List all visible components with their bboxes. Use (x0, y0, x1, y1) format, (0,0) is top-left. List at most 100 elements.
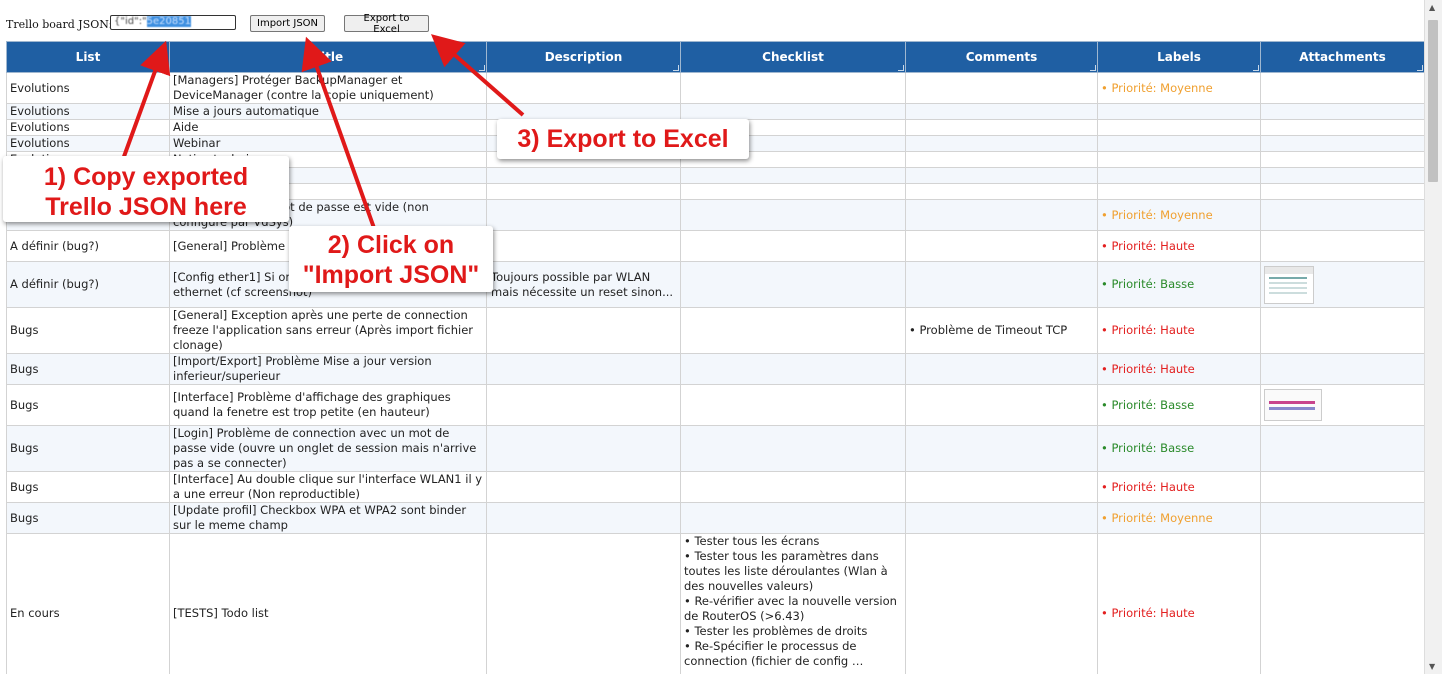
priority-label-text: Priorité: Basse (1111, 441, 1195, 455)
vertical-scrollbar[interactable]: ▲ ▼ (1424, 0, 1442, 674)
json-value-prefix: {"id":" (114, 16, 147, 27)
cell-list: A définir (bug?) (6, 261, 170, 308)
cell-labels: • Priorité: Haute (1097, 230, 1261, 262)
priority-label-text: Priorité: Moyenne (1111, 510, 1213, 525)
cell-checklist (680, 502, 906, 534)
priority-label-text: Priorité: Haute (1111, 238, 1195, 253)
cell-labels (1097, 103, 1261, 120)
cell-checklist (680, 103, 906, 120)
cell-labels (1097, 119, 1261, 136)
cell-description: Toujours possible par WLAN mais nécessit… (486, 261, 681, 308)
export-excel-button[interactable]: Export to Excel (344, 13, 429, 35)
priority-label-text: Priorité: Haute (1111, 479, 1195, 494)
comment-text: Problème de Timeout TCP (919, 323, 1068, 337)
cell-labels (1097, 135, 1261, 152)
cell-checklist (680, 72, 906, 104)
import-json-button[interactable]: Import JSON (250, 15, 325, 32)
cell-list: A définir (bug?) (6, 230, 170, 262)
col-header-labels[interactable]: Labels (1097, 41, 1261, 73)
table-row: Bugs [Interface] Au double clique sur l'i… (6, 471, 1424, 503)
cell-comments (905, 230, 1098, 262)
cell-description (486, 353, 681, 385)
col-header-attachments[interactable]: Attachments (1260, 41, 1424, 73)
col-header-checklist[interactable]: Checklist (680, 41, 906, 73)
callout-step-1: 1) Copy exported Trello JSON here (3, 156, 289, 222)
cell-comments (905, 261, 1098, 308)
cell-attachments (1260, 199, 1424, 231)
trello-json-input[interactable]: {"id":"5e20851 (110, 15, 236, 30)
cell-attachments (1260, 103, 1424, 120)
priority-label: • Priorité: Basse (1101, 397, 1195, 412)
cell-labels: • Priorité: Moyenne (1097, 72, 1261, 104)
scroll-down-arrow-icon[interactable]: ▼ (1429, 662, 1435, 671)
checklist-item: Re-vérifier avec la nouvelle version de … (684, 594, 902, 624)
scroll-up-arrow-icon[interactable]: ▲ (1429, 3, 1435, 12)
priority-label-text: Priorité: Haute (1111, 606, 1195, 620)
cell-description (486, 230, 681, 262)
cell-list: Bugs (6, 471, 170, 503)
cell-list: En cours (6, 533, 170, 674)
priority-label-text: Priorité: Moyenne (1111, 80, 1213, 95)
cell-title: Webinar (169, 135, 487, 152)
cell-list: Evolutions (6, 72, 170, 104)
cell-labels: • Priorité: Moyenne (1097, 199, 1261, 231)
priority-label-text: Priorité: Haute (1111, 361, 1195, 376)
cell-list: Bugs (6, 502, 170, 534)
json-value-selected: 5e20851 (146, 16, 191, 27)
cell-labels: • Priorité: Basse (1097, 384, 1261, 426)
priority-label-text: Priorité: Basse (1111, 397, 1195, 412)
priority-label: • Priorité: Haute (1101, 479, 1195, 494)
cell-description (486, 183, 681, 200)
cell-description (486, 103, 681, 120)
cell-description (486, 307, 681, 354)
cell-attachments (1260, 425, 1424, 472)
cell-list: Bugs (6, 307, 170, 354)
col-header-comments[interactable]: Comments (905, 41, 1098, 73)
cell-labels: • Priorité: Basse (1097, 261, 1261, 308)
col-header-description[interactable]: Description (486, 41, 681, 73)
cell-attachments (1260, 384, 1424, 426)
cell-checklist (680, 307, 906, 354)
cell-list: Bugs (6, 425, 170, 472)
cell-labels: • Priorité: Basse (1097, 425, 1261, 472)
cell-comments (905, 502, 1098, 534)
cell-checklist: Tester tous les écransTester tous les pa… (680, 533, 906, 674)
table-row: Bugs [Update profil] Checkbox WPA et WPA2… (6, 502, 1424, 534)
cell-labels (1097, 183, 1261, 200)
priority-label: • Priorité: Haute (1101, 361, 1195, 376)
cell-comments (905, 151, 1098, 168)
cell-comments (905, 119, 1098, 136)
cell-attachments (1260, 72, 1424, 104)
comment-item: • Problème de Timeout TCP (909, 323, 1068, 337)
col-header-list[interactable]: List (6, 41, 170, 73)
priority-label: • Priorité: Basse (1101, 441, 1195, 455)
cell-labels: • Priorité: Haute (1097, 353, 1261, 385)
cell-title: Aide (169, 119, 487, 136)
json-input-label: Trello board JSON: (6, 14, 112, 34)
attachment-thumbnail[interactable] (1264, 265, 1314, 304)
cell-comments (905, 384, 1098, 426)
cell-comments (905, 353, 1098, 385)
scrollbar-thumb[interactable] (1428, 20, 1438, 182)
cell-checklist (680, 471, 906, 503)
cell-checklist (680, 230, 906, 262)
cell-checklist (680, 167, 906, 184)
cell-title: [General] Exception après une perte de c… (169, 307, 487, 354)
cell-comments (905, 471, 1098, 503)
checklist-item: Tester les problèmes de droits (684, 624, 902, 639)
cell-attachments (1260, 119, 1424, 136)
table-row: Evolutions Mise a jours automatique (6, 103, 1424, 120)
cell-list: Bugs (6, 353, 170, 385)
checklist-item: Tester tous les écrans (684, 535, 902, 550)
table-row: En cours[TESTS] Todo list Tester tous les… (6, 533, 1424, 674)
priority-label-text: Priorité: Haute (1111, 323, 1195, 337)
cell-comments (905, 199, 1098, 231)
cell-checklist (680, 384, 906, 426)
cell-title: [TESTS] Todo list (169, 533, 487, 674)
priority-label: • Priorité: Haute (1101, 238, 1195, 253)
cell-labels: • Priorité: Haute (1097, 307, 1261, 354)
priority-label-text: Priorité: Moyenne (1111, 207, 1213, 222)
attachment-thumbnail[interactable] (1264, 389, 1322, 421)
cell-comments (905, 167, 1098, 184)
col-header-title[interactable]: Title (169, 41, 487, 73)
